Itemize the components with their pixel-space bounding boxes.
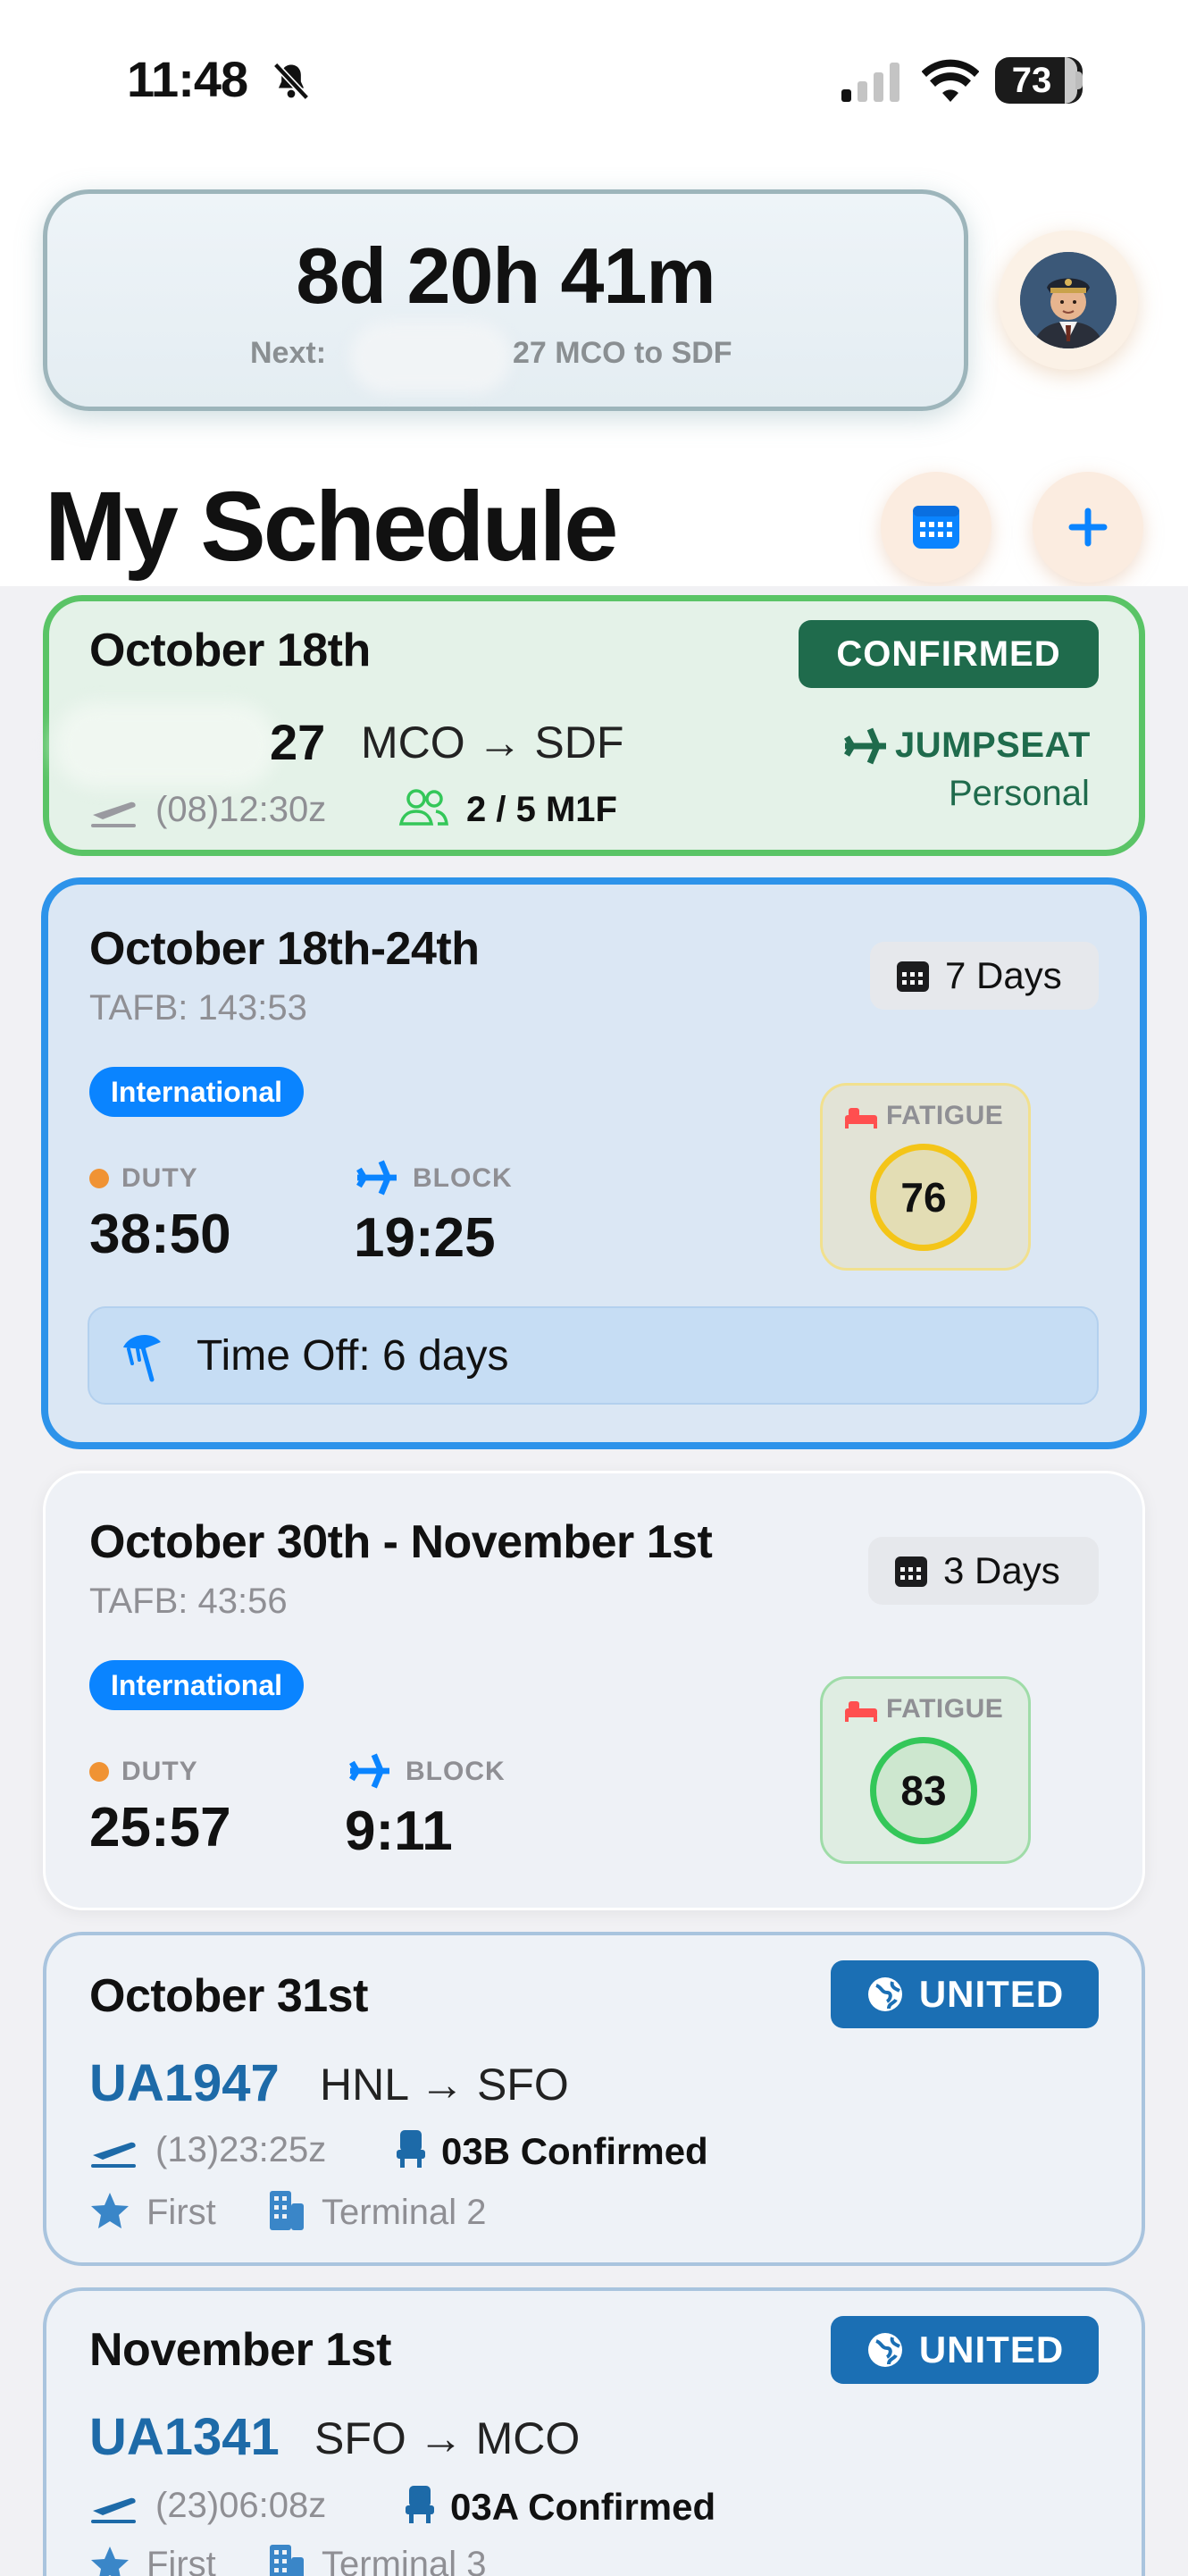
terminal: Terminal 3 xyxy=(322,2545,487,2576)
flight-number: UA1341 xyxy=(89,2408,280,2466)
flight-departure: (13)23:25z xyxy=(155,2130,327,2169)
seat-status: 03B Confirmed xyxy=(441,2130,708,2172)
calendar-button[interactable] xyxy=(881,472,991,583)
trip-days-label: 7 Days xyxy=(945,954,1062,996)
takeoff-icon xyxy=(91,801,136,827)
international-tag: International xyxy=(89,1067,305,1117)
duty-dot xyxy=(89,1169,109,1188)
duty-dot xyxy=(89,1762,109,1782)
pilot-avatar xyxy=(1020,252,1117,348)
fatigue-score: 83 xyxy=(870,1737,977,1844)
flight-route: SFO → MCO xyxy=(314,2413,581,2463)
confirmed-badge: CONFIRMED xyxy=(799,620,1099,688)
jumpseat-flight-number: 27 xyxy=(270,714,326,770)
airplane-icon xyxy=(843,727,886,765)
star-icon xyxy=(91,2547,129,2576)
jumpseat-departure: (08)12:30z xyxy=(155,790,327,829)
cellular-signal-icon xyxy=(841,63,899,102)
fatigue-label: FATIGUE xyxy=(886,1101,1004,1130)
jumpseat-seats: 2 / 5 M1F xyxy=(466,790,617,829)
fatigue-score: 76 xyxy=(870,1144,977,1251)
terminal: Terminal 2 xyxy=(322,2193,487,2232)
jumpseat-date: October 18th xyxy=(89,625,371,676)
star-icon xyxy=(91,2193,129,2228)
airline-name: UNITED xyxy=(918,1973,1065,2015)
battery-percent: 73 xyxy=(1011,60,1052,100)
trip-tafb: TAFB: 143:53 xyxy=(89,988,307,1028)
next-label: Next: xyxy=(250,336,327,370)
international-tag: International xyxy=(89,1660,305,1710)
duty-value: 38:50 xyxy=(89,1204,231,1265)
flight-departure: (23)06:08z xyxy=(155,2486,327,2525)
block-label: BLOCK xyxy=(406,1757,506,1786)
calendar-icon xyxy=(895,1557,927,1587)
jumpseat-type: JUMPSEAT xyxy=(895,726,1091,765)
bed-icon xyxy=(845,1701,877,1722)
plus-icon xyxy=(1068,508,1108,547)
cabin-class: First xyxy=(146,2193,216,2232)
globe-icon xyxy=(867,2333,902,2367)
seat-status: 03A Confirmed xyxy=(450,2486,716,2528)
duty-label: DUTY xyxy=(121,1757,198,1786)
add-button[interactable] xyxy=(1033,472,1143,583)
airline-badge: UNITED xyxy=(831,2316,1099,2384)
airplane-icon xyxy=(349,1753,389,1789)
duty-value: 25:57 xyxy=(89,1797,231,1859)
airline-badge: UNITED xyxy=(831,1960,1099,2028)
trip-days-label: 3 Days xyxy=(943,1549,1060,1591)
cabin-class: First xyxy=(146,2545,216,2576)
flight-number: UA1947 xyxy=(89,2054,280,2112)
trip-days-badge: 7 Days xyxy=(870,942,1099,1010)
seat-icon xyxy=(406,2486,434,2523)
bell-slash-icon xyxy=(272,62,310,100)
building-icon xyxy=(270,2191,304,2230)
next-trip-value: 27 MCO to SDF xyxy=(513,336,732,370)
airline-name: UNITED xyxy=(918,2328,1065,2370)
building-icon xyxy=(270,2545,304,2576)
bed-icon xyxy=(845,1108,877,1129)
block-value: 19:25 xyxy=(354,1207,496,1269)
redacted-blur xyxy=(54,702,277,788)
beach-umbrella-icon xyxy=(123,1335,161,1382)
flight-route: HNL → SFO xyxy=(320,2060,569,2110)
airplane-icon xyxy=(356,1160,397,1196)
block-label: BLOCK xyxy=(413,1163,513,1193)
redacted-blur xyxy=(350,322,511,393)
page-title: My Schedule xyxy=(45,472,618,582)
time-off-text: Time Off: 6 days xyxy=(197,1332,509,1380)
jumpseat-route: MCO → SDF xyxy=(361,717,624,768)
calendar-icon xyxy=(897,961,929,992)
calendar-icon xyxy=(913,506,959,549)
seat-icon xyxy=(397,2130,425,2168)
takeoff-icon xyxy=(91,2497,136,2523)
flight-date: October 31st xyxy=(89,1970,368,2022)
status-time: 11:48 xyxy=(127,51,248,107)
trip-dates: October 18th-24th xyxy=(89,923,480,975)
wifi-icon xyxy=(922,59,979,102)
trip-days-badge: 3 Days xyxy=(868,1537,1099,1605)
takeoff-icon xyxy=(91,2142,136,2168)
battery-tip xyxy=(1075,71,1083,89)
jumpseat-purpose: Personal xyxy=(949,774,1090,813)
flight-date: November 1st xyxy=(89,2324,391,2376)
duty-label: DUTY xyxy=(121,1163,198,1193)
block-value: 9:11 xyxy=(345,1800,453,1862)
fatigue-label: FATIGUE xyxy=(886,1694,1004,1724)
globe-icon xyxy=(867,1977,902,2011)
countdown-value: 8d 20h 41m xyxy=(296,231,715,320)
people-icon xyxy=(398,789,448,826)
trip-tafb: TAFB: 43:56 xyxy=(89,1582,288,1621)
trip-dates: October 30th - November 1st xyxy=(89,1516,713,1568)
